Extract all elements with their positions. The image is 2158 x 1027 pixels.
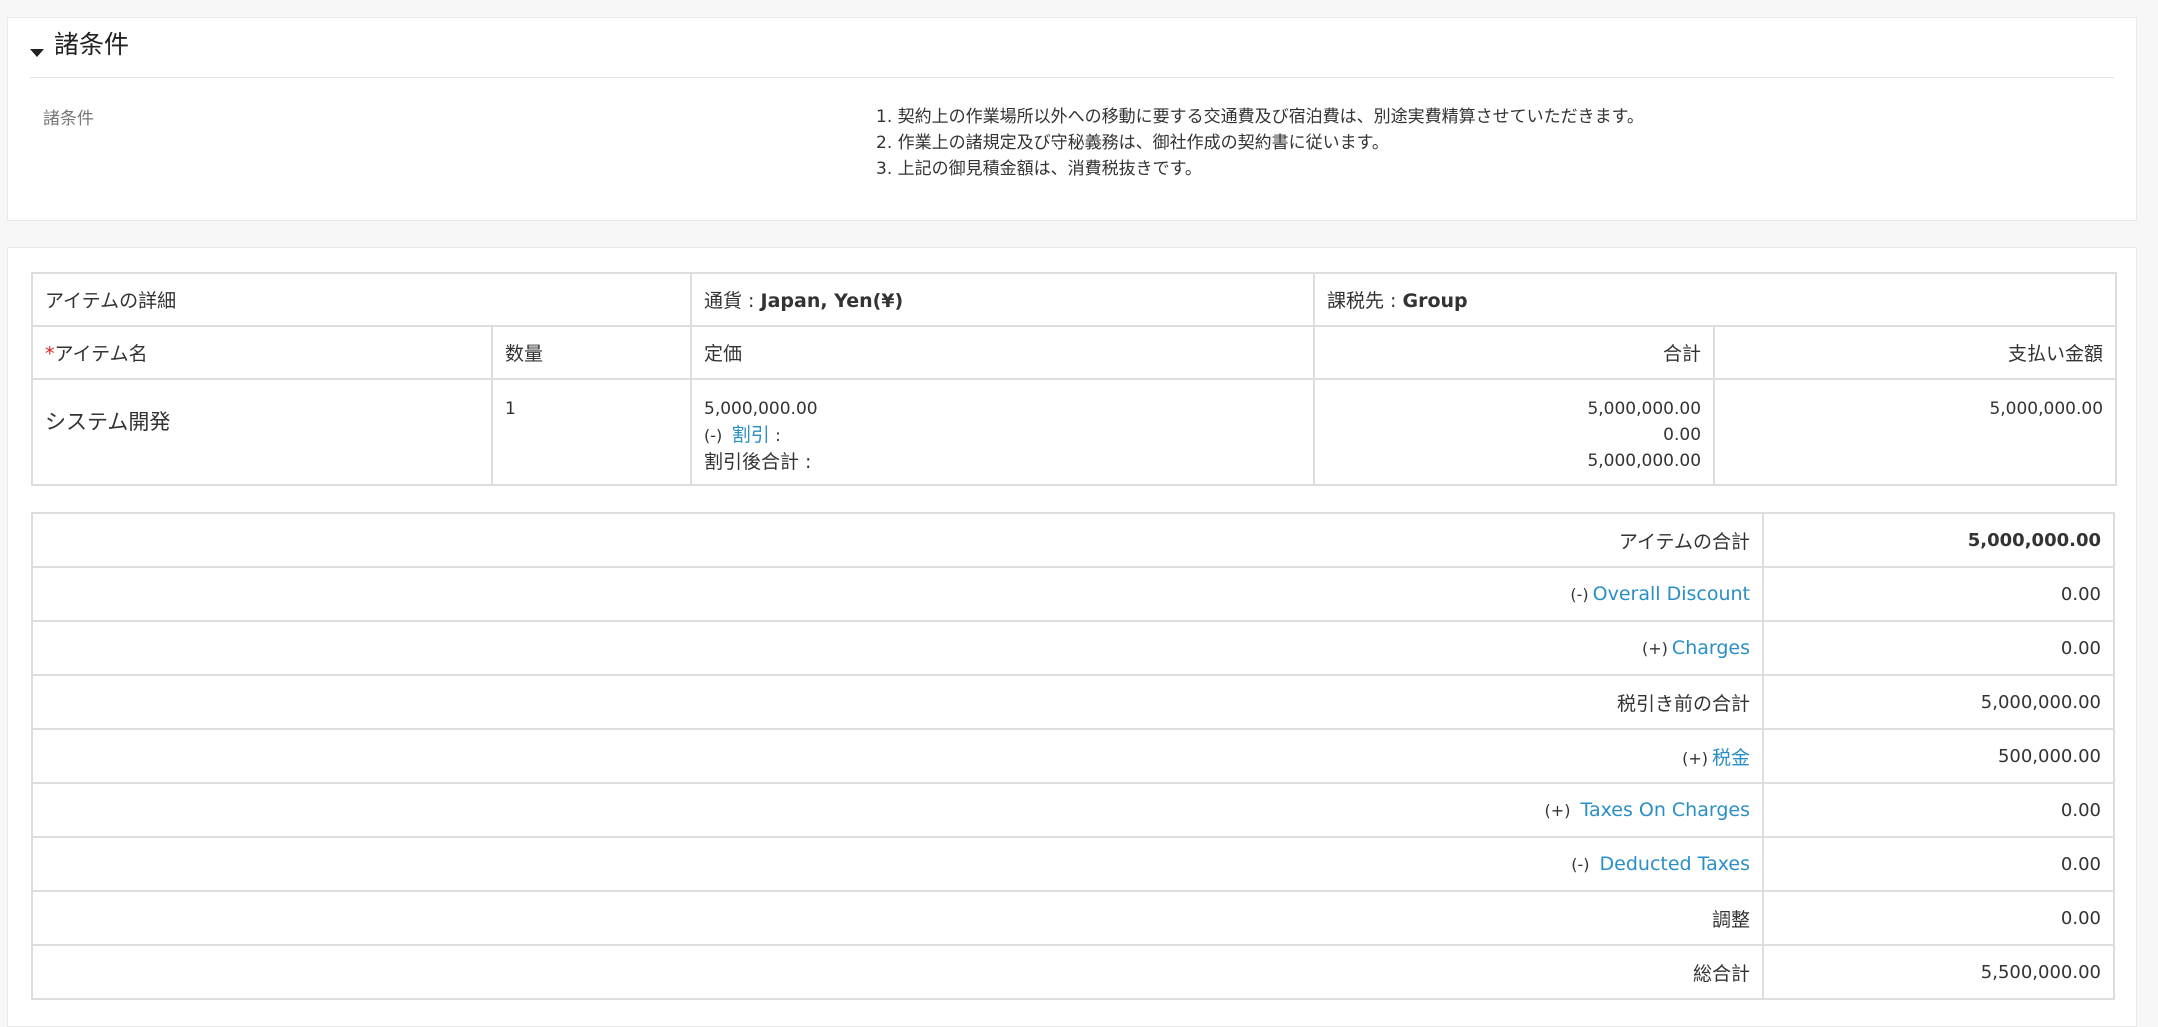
item-name: システム開発 <box>31 378 493 486</box>
tax-region-cell: 課税先 : Group <box>1313 272 2118 327</box>
totals-row-adjustment: 調整 0.00 <box>31 890 2115 946</box>
currency-cell: 通貨 : Japan, Yen(¥) <box>690 272 1316 327</box>
taxes-on-charges-cell: (+) Taxes On Charges <box>31 782 1764 838</box>
totals-row-tax: (+) 税金 500,000.00 <box>31 728 2115 784</box>
charges-cell: (+) Charges <box>31 620 1764 676</box>
item-table-header-row: アイテムの詳細 通貨 : Japan, Yen(¥) 課税先 : Group <box>30 272 2118 327</box>
after-discount-label: 割引後合計 : <box>704 451 812 473</box>
tax-value: Group <box>1402 290 1468 312</box>
adjustment-value: 0.00 <box>1762 890 2115 946</box>
pre-tax-total-label: 税引き前の合計 <box>31 674 1764 730</box>
taxes-on-charges-value: 0.00 <box>1762 782 2115 838</box>
terms-label: 諸条件 <box>43 109 94 129</box>
col-total: 合計 <box>1313 325 1716 380</box>
deducted-taxes-link[interactable]: Deducted Taxes <box>1600 853 1750 875</box>
overall-discount-prefix: (-) <box>1570 585 1589 604</box>
charges-prefix: (+) <box>1642 639 1668 658</box>
col-quantity: 数量 <box>490 325 693 380</box>
overall-discount-cell: (-) Overall Discount <box>31 566 1764 622</box>
tax-link[interactable]: 税金 <box>1712 747 1750 769</box>
item-quantity: 1 <box>490 378 693 486</box>
terms-section-header[interactable]: 諸条件 <box>30 30 2114 78</box>
totals-row-items-total: アイテムの合計 5,000,000.00 <box>31 512 2115 568</box>
totals-row-deducted-taxes: (-) Deducted Taxes 0.00 <box>31 836 2115 892</box>
deducted-taxes-prefix: (-) <box>1571 855 1590 874</box>
item-details-panel: アイテムの詳細 通貨 : Japan, Yen(¥) 課税先 : Group *… <box>7 247 2137 1027</box>
terms-panel: 諸条件 諸条件 1. 契約上の作業場所以外への移動に要する交通費及び宿泊費は、別… <box>7 17 2137 221</box>
col-item-name: *アイテム名 <box>31 325 493 380</box>
charges-link[interactable]: Charges <box>1672 637 1750 659</box>
item-total-cell: 5,000,000.00 0.00 5,000,000.00 <box>1313 378 1716 486</box>
overall-discount-link[interactable]: Overall Discount <box>1593 583 1750 605</box>
grand-total-label: 総合計 <box>31 944 1764 1000</box>
items-total-value: 5,000,000.00 <box>1762 512 2115 568</box>
item-table-column-row: *アイテム名 数量 定価 合計 支払い金額 <box>31 325 2118 380</box>
tax-value-amount: 500,000.00 <box>1762 728 2115 784</box>
item-details-title-text: アイテムの詳細 <box>45 290 177 312</box>
items-total-label: アイテムの合計 <box>31 512 1764 568</box>
totals-row-pre-tax-total: 税引き前の合計 5,000,000.00 <box>31 674 2115 730</box>
col-net-price: 支払い金額 <box>1713 325 2118 380</box>
col-item-name-label: アイテム名 <box>54 343 148 365</box>
caret-down-icon[interactable] <box>30 49 44 57</box>
currency-label: 通貨 : <box>704 290 755 312</box>
item-discount-line: (-) 割引 : <box>704 422 1301 449</box>
tax-cell: (+) 税金 <box>31 728 1764 784</box>
terms-item: 2. 作業上の諸規定及び守秘義務は、御社作成の契約書に従います。 <box>876 133 1389 153</box>
col-list-price: 定価 <box>690 325 1316 380</box>
deducted-taxes-value: 0.00 <box>1762 836 2115 892</box>
totals-row-overall-discount: (-) Overall Discount 0.00 <box>31 566 2115 622</box>
item-total: 5,000,000.00 <box>1587 399 1702 419</box>
totals-row-taxes-on-charges: (+) Taxes On Charges 0.00 <box>31 782 2115 838</box>
terms-list: 1. 契約上の作業場所以外への移動に要する交通費及び宿泊費は、別途実費精算させて… <box>876 104 1644 182</box>
item-price-cell: 5,000,000.00 (-) 割引 : 割引後合計 : <box>690 378 1316 486</box>
terms-section-title: 諸条件 <box>54 30 130 59</box>
table-row: システム開発 1 5,000,000.00 (-) 割引 : 割引後合計 : 5… <box>31 378 2118 486</box>
pre-tax-total-value: 5,000,000.00 <box>1762 674 2115 730</box>
taxes-on-charges-prefix: (+) <box>1544 801 1571 820</box>
overall-discount-value: 0.00 <box>1762 566 2115 622</box>
item-details-table: アイテムの詳細 通貨 : Japan, Yen(¥) 課税先 : Group *… <box>30 272 2118 486</box>
item-list-price: 5,000,000.00 <box>704 399 818 419</box>
item-after-discount-total: 5,000,000.00 <box>1587 451 1702 471</box>
grand-total-value: 5,500,000.00 <box>1762 944 2115 1000</box>
adjustment-label: 調整 <box>31 890 1764 946</box>
taxes-on-charges-link[interactable]: Taxes On Charges <box>1580 799 1750 821</box>
item-details-title: アイテムの詳細 <box>30 272 693 327</box>
totals-row-grand-total: 総合計 5,500,000.00 <box>31 944 2115 1000</box>
item-net-price: 5,000,000.00 <box>1713 378 2118 486</box>
tax-label: 課税先 : <box>1327 290 1397 312</box>
item-discount-amount: 0.00 <box>1663 425 1702 445</box>
currency-value: Japan, Yen(¥) <box>760 290 904 312</box>
required-mark: * <box>45 343 55 365</box>
tax-prefix: (+) <box>1682 748 1708 768</box>
deducted-taxes-cell: (-) Deducted Taxes <box>31 836 1764 892</box>
totals-table: アイテムの合計 5,000,000.00 (-) Overall Discount… <box>31 512 2115 1000</box>
discount-colon: : <box>775 426 781 446</box>
discount-link[interactable]: 割引 <box>732 424 770 446</box>
discount-prefix: (-) <box>704 426 723 445</box>
terms-item: 3. 上記の御見積金額は、消費税抜きです。 <box>876 159 1202 179</box>
totals-row-charges: (+) Charges 0.00 <box>31 620 2115 676</box>
charges-value: 0.00 <box>1762 620 2115 676</box>
terms-item: 1. 契約上の作業場所以外への移動に要する交通費及び宿泊費は、別途実費精算させて… <box>876 107 1644 127</box>
